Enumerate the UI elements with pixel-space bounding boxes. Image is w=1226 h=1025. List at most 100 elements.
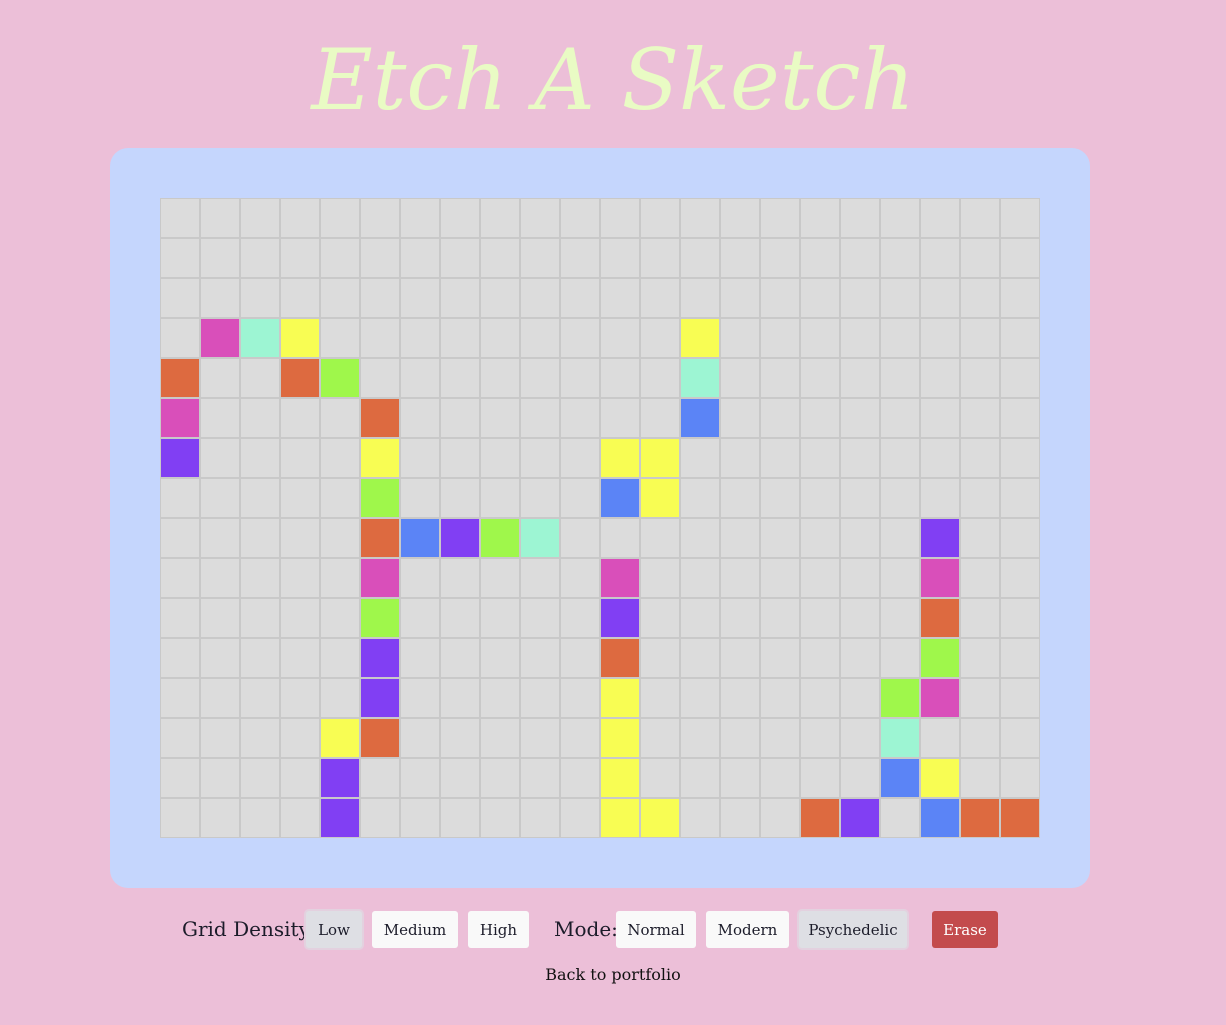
grid-cell[interactable] — [240, 718, 280, 758]
grid-cell[interactable] — [800, 678, 840, 718]
grid-cell[interactable] — [440, 798, 480, 838]
grid-cell[interactable] — [800, 718, 840, 758]
grid-cell[interactable] — [560, 318, 600, 358]
grid-cell[interactable] — [480, 438, 520, 478]
grid-cell[interactable] — [600, 358, 640, 398]
grid-cell[interactable] — [920, 758, 960, 798]
grid-cell[interactable] — [160, 598, 200, 638]
grid-cell[interactable] — [200, 798, 240, 838]
grid-cell[interactable] — [760, 278, 800, 318]
grid-cell[interactable] — [440, 398, 480, 438]
grid-cell[interactable] — [1000, 478, 1040, 518]
grid-cell[interactable] — [1000, 758, 1040, 798]
grid-cell[interactable] — [440, 238, 480, 278]
grid-cell[interactable] — [320, 318, 360, 358]
grid-cell[interactable] — [160, 798, 200, 838]
sketch-grid[interactable] — [160, 198, 1040, 838]
grid-cell[interactable] — [240, 678, 280, 718]
grid-cell[interactable] — [280, 278, 320, 318]
grid-cell[interactable] — [400, 718, 440, 758]
grid-cell[interactable] — [560, 198, 600, 238]
grid-cell[interactable] — [560, 398, 600, 438]
grid-cell[interactable] — [680, 318, 720, 358]
grid-cell[interactable] — [480, 358, 520, 398]
grid-cell[interactable] — [400, 318, 440, 358]
grid-cell[interactable] — [680, 278, 720, 318]
grid-cell[interactable] — [600, 678, 640, 718]
grid-cell[interactable] — [320, 518, 360, 558]
grid-cell[interactable] — [720, 758, 760, 798]
grid-cell[interactable] — [1000, 318, 1040, 358]
back-to-portfolio-link[interactable]: Back to portfolio — [0, 964, 1226, 986]
grid-cell[interactable] — [240, 478, 280, 518]
grid-cell[interactable] — [280, 798, 320, 838]
grid-cell[interactable] — [200, 598, 240, 638]
grid-cell[interactable] — [760, 238, 800, 278]
grid-cell[interactable] — [760, 598, 800, 638]
grid-cell[interactable] — [400, 358, 440, 398]
grid-cell[interactable] — [600, 278, 640, 318]
grid-cell[interactable] — [840, 438, 880, 478]
grid-cell[interactable] — [240, 438, 280, 478]
grid-cell[interactable] — [520, 438, 560, 478]
grid-cell[interactable] — [840, 718, 880, 758]
grid-cell[interactable] — [680, 478, 720, 518]
grid-cell[interactable] — [920, 478, 960, 518]
grid-cell[interactable] — [800, 398, 840, 438]
grid-cell[interactable] — [1000, 238, 1040, 278]
grid-cell[interactable] — [320, 398, 360, 438]
grid-cell[interactable] — [960, 758, 1000, 798]
grid-cell[interactable] — [360, 398, 400, 438]
grid-cell[interactable] — [600, 518, 640, 558]
grid-cell[interactable] — [800, 318, 840, 358]
grid-cell[interactable] — [800, 438, 840, 478]
grid-cell[interactable] — [560, 758, 600, 798]
grid-cell[interactable] — [360, 358, 400, 398]
grid-cell[interactable] — [440, 438, 480, 478]
grid-cell[interactable] — [440, 518, 480, 558]
grid-cell[interactable] — [600, 598, 640, 638]
grid-cell[interactable] — [840, 638, 880, 678]
grid-cell[interactable] — [480, 238, 520, 278]
grid-cell[interactable] — [560, 678, 600, 718]
grid-cell[interactable] — [880, 598, 920, 638]
grid-cell[interactable] — [880, 238, 920, 278]
grid-cell[interactable] — [920, 598, 960, 638]
grid-cell[interactable] — [1000, 638, 1040, 678]
grid-cell[interactable] — [520, 518, 560, 558]
grid-cell[interactable] — [200, 398, 240, 438]
grid-cell[interactable] — [760, 518, 800, 558]
grid-cell[interactable] — [560, 438, 600, 478]
grid-cell[interactable] — [720, 678, 760, 718]
grid-cell[interactable] — [440, 358, 480, 398]
grid-cell[interactable] — [920, 318, 960, 358]
grid-cell[interactable] — [160, 558, 200, 598]
grid-cell[interactable] — [840, 518, 880, 558]
grid-cell[interactable] — [920, 638, 960, 678]
grid-cell[interactable] — [840, 198, 880, 238]
grid-cell[interactable] — [400, 798, 440, 838]
grid-cell[interactable] — [160, 518, 200, 558]
grid-cell[interactable] — [400, 478, 440, 518]
grid-cell[interactable] — [880, 438, 920, 478]
grid-cell[interactable] — [760, 358, 800, 398]
grid-cell[interactable] — [160, 718, 200, 758]
grid-cell[interactable] — [920, 798, 960, 838]
grid-cell[interactable] — [640, 438, 680, 478]
grid-cell[interactable] — [1000, 798, 1040, 838]
grid-cell[interactable] — [200, 438, 240, 478]
grid-cell[interactable] — [200, 198, 240, 238]
grid-cell[interactable] — [280, 638, 320, 678]
grid-cell[interactable] — [880, 278, 920, 318]
grid-cell[interactable] — [1000, 398, 1040, 438]
grid-cell[interactable] — [240, 758, 280, 798]
grid-cell[interactable] — [880, 358, 920, 398]
grid-cell[interactable] — [960, 358, 1000, 398]
grid-cell[interactable] — [800, 598, 840, 638]
grid-cell[interactable] — [560, 278, 600, 318]
grid-cell[interactable] — [880, 478, 920, 518]
grid-cell[interactable] — [240, 638, 280, 678]
grid-cell[interactable] — [720, 598, 760, 638]
grid-cell[interactable] — [400, 638, 440, 678]
grid-cell[interactable] — [720, 278, 760, 318]
